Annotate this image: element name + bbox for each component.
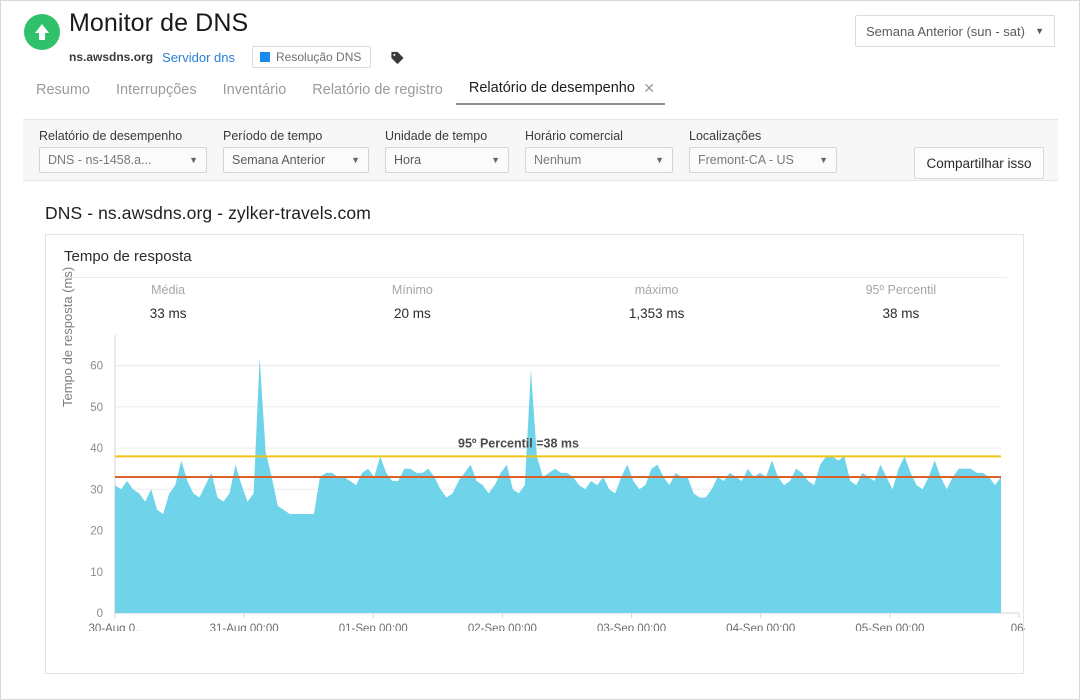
chevron-down-icon: ▼	[1035, 26, 1044, 36]
svg-text:04-Sep 00:00: 04-Sep 00:00	[726, 623, 795, 631]
business-hours-select[interactable]: Nenhum ▼	[525, 147, 673, 173]
chevron-down-icon: ▼	[351, 155, 360, 165]
stat-percentil-95: 95º Percentil 38 ms	[779, 283, 1023, 321]
svg-text:30: 30	[90, 484, 103, 496]
chevron-down-icon: ▼	[655, 155, 664, 165]
stat-value: 33 ms	[149, 306, 187, 321]
tab-label: Inventário	[222, 82, 287, 98]
svg-text:06-: 06-	[1011, 623, 1025, 631]
tab-resumo[interactable]: Resumo	[23, 78, 103, 105]
svg-text:05-Sep 00:00: 05-Sep 00:00	[855, 623, 924, 631]
filter-report: Relatório de desempenho DNS - ns-1458.a.…	[39, 129, 207, 173]
filter-label: Unidade de tempo	[385, 129, 488, 143]
filter-business-hours: Horário comercial Nenhum ▼	[525, 129, 673, 173]
stat-label: Mínimo	[391, 283, 433, 297]
stat-value: 20 ms	[393, 306, 431, 321]
filter-locations: Localizações Fremont-CA - US ▼	[689, 129, 837, 173]
share-button[interactable]: Compartilhar isso	[914, 147, 1044, 179]
tab-inventario[interactable]: Inventário	[210, 78, 300, 105]
card-title: Tempo de resposta	[64, 248, 192, 265]
time-unit-select[interactable]: Hora ▼	[385, 147, 509, 173]
close-icon[interactable]: ✕	[643, 80, 655, 97]
host-name: ns.awsdns.org	[69, 50, 154, 64]
tab-relatorio-de-registro[interactable]: Relatório de registro	[299, 78, 456, 105]
period-select-value: Semana Anterior	[232, 153, 326, 167]
filter-label: Período de tempo	[223, 129, 323, 143]
up-arrow-icon	[24, 14, 60, 50]
header-subline: ns.awsdns.org Servidor dns Resolução DNS	[69, 46, 405, 68]
filter-period: Período de tempo Semana Anterior ▼	[223, 129, 369, 173]
monitor-type-chip[interactable]: Resolução DNS	[252, 46, 372, 68]
stat-label: 95º Percentil	[865, 283, 937, 297]
chevron-down-icon: ▼	[189, 155, 198, 165]
response-time-card: Tempo de resposta Média 33 ms Mínimo 20 …	[45, 234, 1025, 674]
stats-row: Média 33 ms Mínimo 20 ms máximo 1,353 ms…	[46, 283, 1023, 321]
filter-time-unit: Unidade de tempo Hora ▼	[385, 129, 509, 173]
svg-text:10: 10	[90, 567, 103, 579]
filter-label: Horário comercial	[525, 129, 623, 143]
y-axis-title: Tempo de resposta (ms)	[60, 266, 75, 407]
card-divider	[62, 277, 1007, 278]
report-select-value: DNS - ns-1458.a...	[48, 153, 152, 167]
svg-text:30-Aug 0..: 30-Aug 0..	[88, 623, 141, 631]
svg-text:0: 0	[97, 608, 103, 620]
date-range-select[interactable]: Semana Anterior (sun - sat) ▼	[855, 15, 1055, 47]
stat-maximo: máximo 1,353 ms	[535, 283, 779, 321]
svg-text:02-Sep 00:00: 02-Sep 00:00	[468, 623, 537, 631]
tab-label: Interrupções	[116, 82, 197, 98]
stat-minimo: Mínimo 20 ms	[290, 283, 534, 321]
svg-text:50: 50	[90, 402, 103, 414]
tag-icon[interactable]	[390, 50, 405, 65]
period-select[interactable]: Semana Anterior ▼	[223, 147, 369, 173]
tab-relatorio-de-desempenho[interactable]: Relatório de desempenho ✕	[455, 76, 665, 105]
chart-plot-area: 0 10 20 30 40 50 60 95º Percentil =38 ms 30-Aug …	[88, 335, 1025, 631]
stat-media: Média 33 ms	[46, 283, 290, 321]
chevron-down-icon: ▼	[819, 155, 828, 165]
filter-label: Localizações	[689, 129, 762, 143]
svg-text:03-Sep 00:00: 03-Sep 00:00	[597, 623, 666, 631]
host-role-link[interactable]: Servidor dns	[162, 50, 235, 65]
tab-bar: Resumo Interrupções Inventário Relatório…	[23, 76, 665, 105]
stat-value: 38 ms	[882, 306, 920, 321]
page-title: Monitor de DNS	[69, 9, 249, 37]
response-time-chart: Tempo de resposta (ms) 0 10 20 30 40 50 60 95º …	[46, 267, 1025, 631]
svg-text:01-Sep 00:00: 01-Sep 00:00	[339, 623, 408, 631]
business-hours-select-value: Nenhum	[534, 153, 582, 167]
chevron-down-icon: ▼	[491, 155, 500, 165]
locations-select-value: Fremont-CA - US	[698, 153, 794, 167]
svg-text:60: 60	[90, 361, 103, 373]
filter-bar: Relatório de desempenho DNS - ns-1458.a.…	[23, 119, 1058, 181]
stat-label: máximo	[634, 283, 679, 297]
report-title: DNS - ns.awsdns.org - zylker-travels.com	[45, 203, 371, 223]
filter-label: Relatório de desempenho	[39, 129, 183, 143]
chip-color-swatch-icon	[260, 52, 271, 62]
tab-label: Resumo	[36, 82, 90, 98]
chip-label: Resolução DNS	[276, 50, 362, 64]
time-unit-select-value: Hora	[394, 153, 422, 167]
app-window: Monitor de DNS ns.awsdns.org Servidor dn…	[0, 0, 1080, 700]
tab-label: Relatório de registro	[312, 82, 443, 98]
locations-select[interactable]: Fremont-CA - US ▼	[689, 147, 837, 173]
date-range-value: Semana Anterior (sun - sat)	[866, 23, 1025, 39]
stat-value: 1,353 ms	[628, 306, 685, 321]
report-select[interactable]: DNS - ns-1458.a... ▼	[39, 147, 207, 173]
svg-text:31-Aug 00:00: 31-Aug 00:00	[210, 623, 279, 631]
tab-interrupcoes[interactable]: Interrupções	[103, 78, 210, 105]
tab-label: Relatório de desempenho	[468, 80, 635, 96]
svg-text:95º Percentil =38 ms: 95º Percentil =38 ms	[458, 436, 579, 450]
svg-text:40: 40	[90, 443, 103, 455]
stat-label: Média	[151, 283, 186, 297]
svg-text:20: 20	[90, 526, 103, 538]
